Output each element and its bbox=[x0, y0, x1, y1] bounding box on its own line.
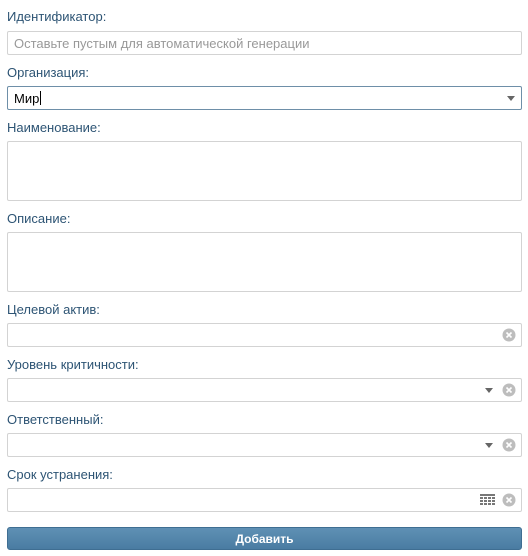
chevron-down-icon[interactable] bbox=[485, 388, 493, 393]
organization-select[interactable]: Мир bbox=[7, 86, 522, 110]
criticality-label: Уровень критичности: bbox=[7, 357, 139, 372]
chevron-down-icon[interactable] bbox=[485, 443, 493, 448]
clear-icon[interactable] bbox=[502, 328, 516, 342]
identifier-label: Идентификатор: bbox=[7, 9, 107, 24]
name-textarea[interactable] bbox=[7, 141, 522, 201]
clear-icon[interactable] bbox=[502, 493, 516, 507]
identifier-placeholder: Оставьте пустым для автоматической генер… bbox=[14, 35, 310, 51]
description-label: Описание: bbox=[7, 211, 71, 226]
deadline-input[interactable] bbox=[7, 488, 522, 512]
target-asset-label: Целевой актив: bbox=[7, 302, 100, 317]
organization-value: Мир bbox=[14, 90, 40, 106]
add-button[interactable]: Добавить bbox=[7, 527, 522, 550]
criticality-select[interactable] bbox=[7, 378, 522, 402]
text-caret bbox=[40, 91, 42, 105]
clear-icon[interactable] bbox=[502, 383, 516, 397]
clear-icon[interactable] bbox=[502, 438, 516, 452]
identifier-input[interactable]: Оставьте пустым для автоматической генер… bbox=[7, 31, 522, 55]
responsible-select[interactable] bbox=[7, 433, 522, 457]
description-textarea[interactable] bbox=[7, 232, 522, 292]
deadline-label: Срок устранения: bbox=[7, 467, 113, 482]
add-form: Идентификатор: Оставьте пустым для автом… bbox=[0, 0, 528, 556]
target-asset-input[interactable] bbox=[7, 323, 522, 347]
calendar-icon[interactable] bbox=[480, 494, 495, 506]
organization-label: Организация: bbox=[7, 65, 90, 80]
chevron-down-icon[interactable] bbox=[507, 96, 515, 101]
responsible-label: Ответственный: bbox=[7, 412, 104, 427]
name-label: Наименование: bbox=[7, 120, 101, 135]
